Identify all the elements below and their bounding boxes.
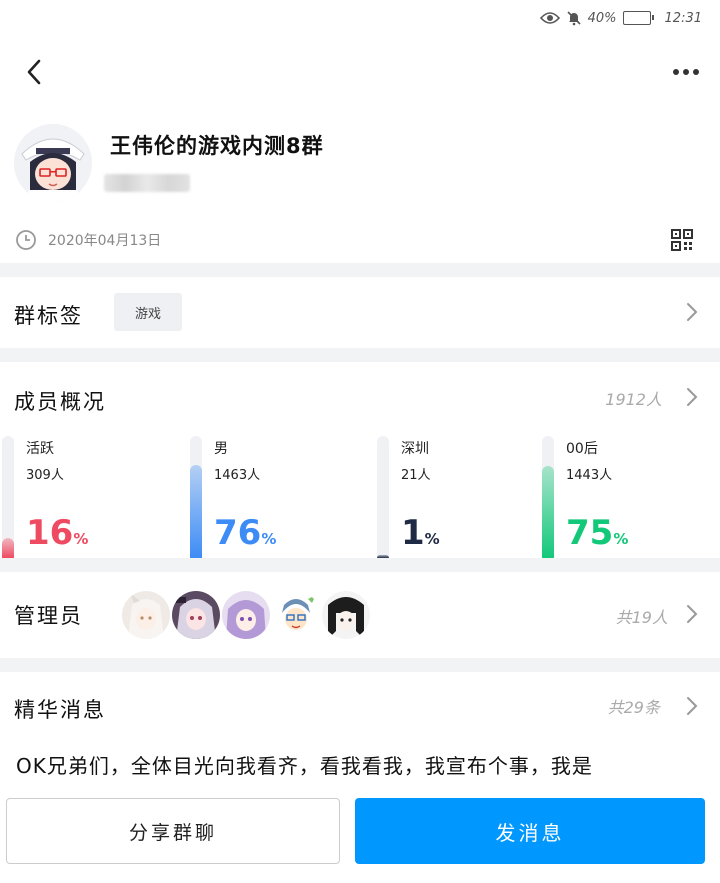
stat-bar-track [190, 436, 202, 558]
admin-avatar-list [122, 591, 370, 639]
stat-percent: 16% [26, 514, 88, 558]
stat-city: 深圳 21人 1% [377, 436, 547, 558]
avatar[interactable] [272, 591, 320, 639]
created-date-row: 2020年04月13日 [0, 220, 720, 262]
chevron-right-icon [686, 604, 698, 628]
stat-count: 1463人 [214, 468, 261, 483]
stat-age: 00后 1443人 75% [542, 436, 712, 558]
chevron-right-icon [686, 696, 698, 720]
stat-bar-track [2, 436, 14, 558]
stat-count: 1443人 [566, 468, 613, 483]
created-date: 2020年04月13日 [48, 233, 162, 249]
stat-active: 活跃 309人 16% [2, 436, 172, 558]
stat-percent-sign: % [424, 530, 440, 548]
group-tags-row[interactable]: 群标签 游戏 [0, 278, 720, 348]
battery-percent: 40% [587, 10, 617, 26]
stat-bar-fill [542, 466, 554, 558]
stat-percent-sign: % [261, 530, 277, 548]
eye-icon [539, 11, 560, 25]
members-label: 成员概况 [14, 390, 106, 414]
stat-percent-sign: % [613, 530, 629, 548]
admins-label: 管理员 [14, 604, 83, 628]
chevron-left-icon [27, 59, 41, 85]
essence-messages[interactable]: 精华消息 共29条 OK兄弟们，全体目光向我看齐，看我看我，我宣布个事，我是 [0, 672, 720, 792]
stat-percent-value: 76 [214, 513, 262, 553]
mute-bell-icon [566, 10, 582, 26]
stat-label: 深圳 [401, 441, 429, 457]
group-id-blurred [104, 174, 190, 192]
stat-percent-value: 75 [566, 513, 614, 553]
send-message-button[interactable]: 发消息 [355, 798, 705, 864]
more-button[interactable] [666, 54, 706, 90]
stat-count: 309人 [26, 468, 64, 483]
stat-count: 21人 [401, 468, 431, 483]
tag-chip[interactable]: 游戏 [114, 293, 182, 331]
chevron-right-icon [686, 302, 698, 326]
essence-label: 精华消息 [14, 698, 106, 722]
top-nav [0, 46, 720, 100]
stat-percent: 76% [214, 514, 276, 558]
stat-bar-track [377, 436, 389, 558]
chevron-right-icon [686, 387, 698, 411]
qr-code-icon[interactable] [670, 228, 694, 256]
stat-percent-sign: % [73, 530, 89, 548]
section-divider [0, 348, 720, 362]
stat-percent-value: 16 [26, 513, 74, 553]
stat-bar-fill [190, 465, 202, 558]
admins-total: 共19人 [615, 608, 668, 627]
stat-male: 男 1463人 76% [190, 436, 360, 558]
bottom-action-bar: 分享群聊 发消息 [0, 788, 720, 883]
avatar[interactable] [172, 591, 220, 639]
admins-row[interactable]: 管理员 共19人 [0, 572, 720, 658]
avatar[interactable] [222, 591, 270, 639]
clock-icon [14, 228, 38, 256]
section-divider [0, 558, 720, 572]
stat-label: 活跃 [26, 441, 54, 457]
clock-time: 12:31 [664, 10, 702, 26]
back-button[interactable] [16, 54, 52, 90]
group-name: 王伟伦的游戏内测8群 [110, 134, 324, 158]
avatar[interactable] [122, 591, 170, 639]
essence-preview: OK兄弟们，全体目光向我看齐，看我看我，我宣布个事，我是 [16, 754, 593, 778]
stat-bar-track [542, 436, 554, 558]
members-total: 1912人 [605, 390, 662, 409]
group-avatar[interactable] [14, 124, 92, 202]
stat-bar-fill [2, 538, 14, 558]
battery-icon [622, 11, 654, 25]
members-overview: 成员概况 1912人 活跃 309人 16% 男 1463人 76% 深圳 21… [0, 362, 720, 558]
section-divider [0, 263, 720, 277]
members-header[interactable]: 成员概况 1912人 [0, 362, 720, 432]
stat-percent: 1% [401, 514, 440, 558]
status-bar: 40% 12:31 [0, 0, 720, 36]
section-divider [0, 658, 720, 672]
tags-label: 群标签 [14, 304, 83, 328]
share-group-button[interactable]: 分享群聊 [6, 798, 340, 864]
essence-total: 共29条 [607, 698, 660, 717]
stat-percent: 75% [566, 514, 628, 558]
group-header: 王伟伦的游戏内测8群 [0, 118, 720, 210]
stat-label: 男 [214, 441, 228, 457]
stat-label: 00后 [566, 441, 598, 457]
stat-percent-value: 1 [401, 513, 425, 553]
avatar[interactable] [322, 591, 370, 639]
more-dots-icon [673, 69, 699, 75]
